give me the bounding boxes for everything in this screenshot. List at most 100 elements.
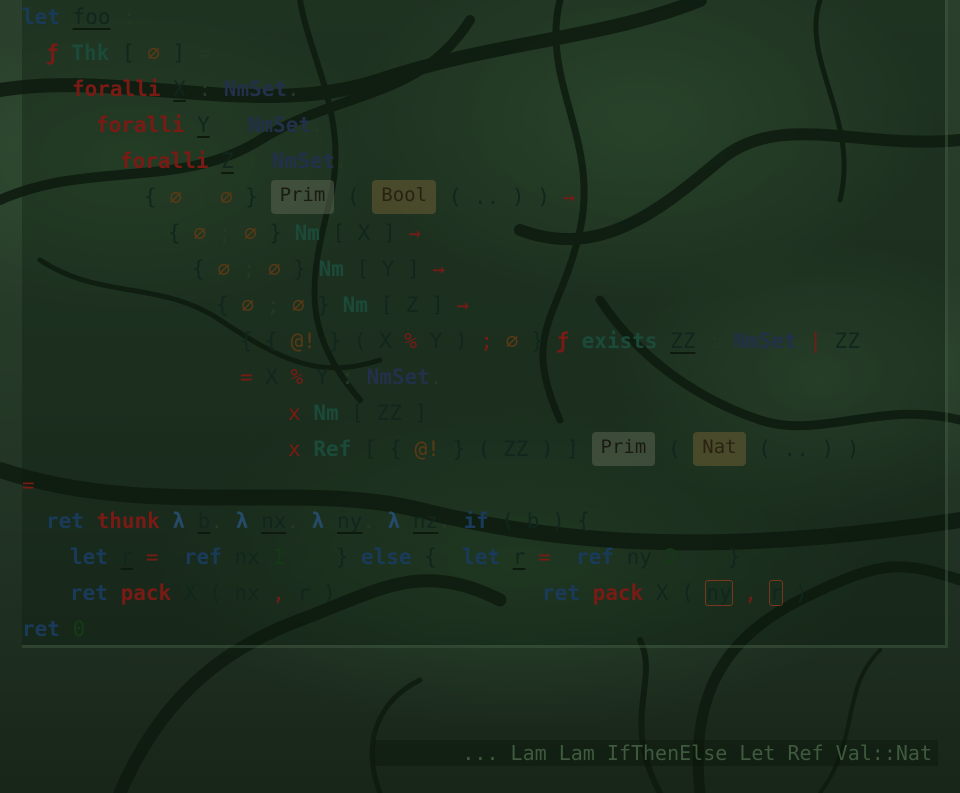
function-symbol: ƒ xyxy=(46,41,59,65)
identifier-foo: foo xyxy=(72,5,111,29)
highlighted-ny[interactable]: ny xyxy=(705,580,733,606)
keyword-ref: ref xyxy=(576,545,614,569)
keyword-ret: ret xyxy=(542,581,580,605)
product-op: x xyxy=(288,401,301,425)
keyword-else: else xyxy=(360,545,412,569)
code-line-17: ret pack X ( nx , r ) xyxy=(70,578,336,608)
var-x: X xyxy=(265,365,278,389)
paren-rest: ( .. ) ) xyxy=(758,437,860,461)
lambda-symbol: λ xyxy=(172,509,186,533)
equals-token: = xyxy=(197,41,211,65)
param-nz: nz xyxy=(412,509,439,533)
type-thk: Thk xyxy=(71,41,110,65)
code-line-12: x Nm [ ZZ ] xyxy=(288,398,427,428)
name-marker: @! xyxy=(414,437,440,461)
highlighted-r[interactable]: r xyxy=(768,580,784,606)
status-bar: ... Lam Lam IfThenElse Let Ref Val::Nat xyxy=(374,740,938,766)
brace-open: { xyxy=(144,185,157,209)
semicolon-token: ; xyxy=(480,329,493,353)
code-line-15: ret thunk λ b. λ nx. λ ny. λ nz. if ( b … xyxy=(46,506,590,536)
function-symbol: ƒ xyxy=(556,329,569,353)
colon-token: : xyxy=(708,329,721,353)
equals-token: = xyxy=(22,473,35,497)
empty-set: ∅ xyxy=(217,257,230,281)
keyword-if: if xyxy=(463,509,489,533)
type-nmset: NmSet xyxy=(733,329,797,353)
keyword-let: let xyxy=(22,5,60,29)
code-line-14: = xyxy=(22,470,35,500)
type-nm: Nm xyxy=(313,401,339,425)
paren-open: ( xyxy=(346,185,360,209)
bracket-open: [ xyxy=(121,41,135,65)
pack-args-end: r ) xyxy=(297,581,336,605)
bracket-close: ] xyxy=(172,41,186,65)
brace-close: } xyxy=(335,545,349,569)
brace-close: } xyxy=(530,329,544,353)
colon-token: : xyxy=(246,149,260,173)
comma-token: , xyxy=(744,581,758,605)
name-expr: } ( X xyxy=(328,329,392,353)
value-literal: 0 xyxy=(72,617,86,641)
bool-badge[interactable]: Bool xyxy=(372,180,437,214)
colon-token: : xyxy=(110,5,136,29)
type-nm: Nm xyxy=(342,293,368,317)
keyword-let: let xyxy=(462,545,501,569)
empty-set: ∅ xyxy=(241,293,254,317)
arrow-token: → xyxy=(408,221,422,245)
code-line-2: ƒ Thk [ ∅ ] = xyxy=(46,38,211,68)
param-nx: nx xyxy=(261,509,287,533)
lambda-symbol: λ xyxy=(387,509,401,533)
code-line-7: { ∅ ; ∅ } Nm [ X ] → xyxy=(168,218,421,248)
nat-badge[interactable]: Nat xyxy=(693,432,746,466)
name-marker: @! xyxy=(290,329,316,353)
dot-token: . xyxy=(287,77,300,101)
index-z: [ Z ] xyxy=(380,293,444,317)
semicolon-token: ; xyxy=(242,257,256,281)
var-r: r xyxy=(120,545,134,569)
arrow-token: → xyxy=(562,185,576,209)
comma-token: , xyxy=(272,581,285,605)
brace-open: { xyxy=(424,545,437,569)
var-zz-ref: ZZ xyxy=(834,329,860,353)
code-line-17-else: ret pack X ( ny , r ) xyxy=(542,578,808,608)
brace-close: } xyxy=(727,545,741,569)
paren-rest: ( .. ) ) xyxy=(448,185,550,209)
var-zz: ZZ xyxy=(670,329,696,353)
name-expr-end: Y ) xyxy=(429,329,468,353)
type-nm: Nm xyxy=(294,221,320,245)
empty-set: ∅ xyxy=(219,185,233,209)
colon-token: : xyxy=(341,365,354,389)
equals-token: = xyxy=(538,545,551,569)
semicolon-token: ; xyxy=(194,185,208,209)
equals-token: = xyxy=(240,365,253,389)
keyword-thunk: thunk xyxy=(96,509,160,533)
code-line-6: { ∅ ; ∅ } Prim ( Bool ( .. ) ) → xyxy=(144,180,576,214)
brace-open: { xyxy=(216,293,229,317)
code-editor[interactable]: let foo : ƒ Thk [ ∅ ] = foralli X : NmSe… xyxy=(0,0,960,650)
arrow-token: → xyxy=(456,293,470,317)
dot-token: . xyxy=(335,149,348,173)
colon-token: : xyxy=(198,77,212,101)
param-ny: ny xyxy=(336,509,363,533)
keyword-ret: ret xyxy=(70,581,108,605)
index-zz: [ ZZ ] xyxy=(351,401,428,425)
lambda-symbol: λ xyxy=(235,509,249,533)
brace-open: { { xyxy=(240,329,278,353)
empty-set: ∅ xyxy=(193,221,206,245)
code-line-4: foralli Y : NmSet. xyxy=(96,110,324,140)
code-line-3: foralli X : NmSet. xyxy=(72,74,300,104)
arg-nx: nx xyxy=(234,545,260,569)
empty-set: ∅ xyxy=(243,221,257,245)
code-line-1: let foo : xyxy=(22,2,136,32)
var-z: Z xyxy=(221,149,234,173)
colon-token: : xyxy=(222,113,236,137)
bracket-open: [ { xyxy=(363,437,402,461)
dot-token: . xyxy=(210,509,224,533)
keyword-pack: pack xyxy=(592,581,644,605)
percent-op: % xyxy=(290,365,304,389)
brace-open: { xyxy=(192,257,205,281)
prim-badge[interactable]: Prim xyxy=(591,432,656,466)
prim-badge[interactable]: Prim xyxy=(270,180,335,214)
keyword-foralli: foralli xyxy=(72,77,161,101)
code-line-5: foralli Z : NmSet. xyxy=(120,146,348,176)
